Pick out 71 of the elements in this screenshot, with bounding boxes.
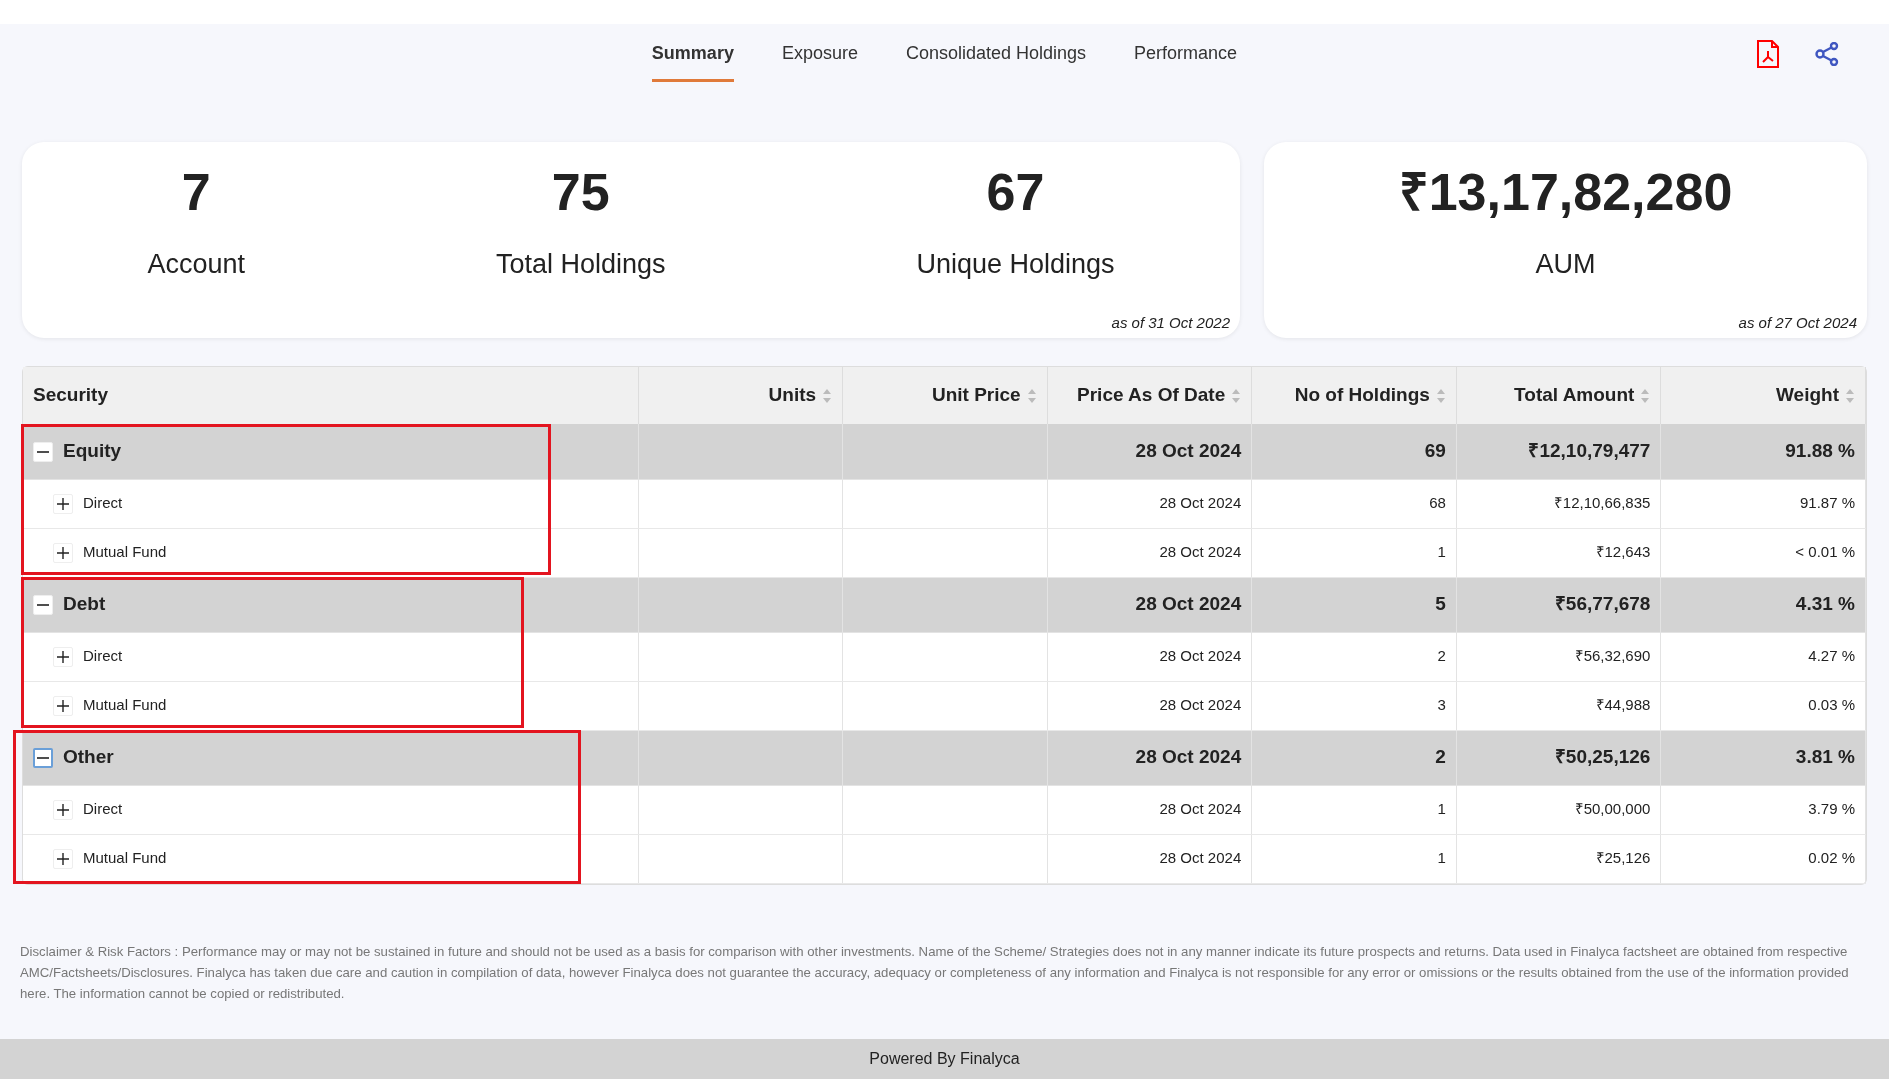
date-cell: 28 Oct 2024 (1135, 440, 1242, 461)
date-cell: 28 Oct 2024 (1159, 494, 1242, 512)
amount-cell: ₹12,643 (1595, 543, 1651, 561)
security-name: Mutual Fund (83, 849, 167, 867)
holdings-cell: 68 (1429, 494, 1446, 512)
security-name: Direct (83, 494, 123, 512)
column-header[interactable]: Security (23, 367, 638, 424)
weight-cell: < 0.01 % (1795, 543, 1855, 561)
toggle-icon[interactable] (33, 748, 53, 769)
security-name: Direct (83, 647, 123, 665)
column-header[interactable]: Units (638, 367, 843, 424)
stat-value: 75 (550, 166, 611, 218)
amount-cell: ₹44,988 (1595, 696, 1651, 714)
date-cell: 28 Oct 2024 (1159, 800, 1242, 818)
aum-label: AUM (1534, 248, 1597, 281)
amount-cell: ₹56,32,690 (1574, 647, 1651, 665)
date-cell: 28 Oct 2024 (1159, 647, 1242, 665)
holdings-cell: 2 (1435, 746, 1446, 768)
security-name: Mutual Fund (83, 543, 167, 561)
as-of-date: as of 27 Oct 2024 (1738, 312, 1857, 333)
date-cell: 28 Oct 2024 (1159, 543, 1242, 561)
amount-cell: ₹12,10,66,835 (1553, 494, 1651, 512)
date-cell: 28 Oct 2024 (1159, 849, 1242, 867)
weight-cell: 0.02 % (1808, 849, 1855, 867)
stat-value: 67 (985, 166, 1046, 218)
column-header[interactable]: Weight (1660, 367, 1866, 424)
holdings-cell: 69 (1424, 440, 1446, 461)
security-name: Direct (83, 800, 123, 818)
security-name: Debt (63, 593, 106, 615)
amount-cell: ₹12,10,79,477 (1528, 440, 1651, 461)
stat-label: Total Holdings (494, 248, 667, 281)
amount-cell: ₹50,00,000 (1574, 800, 1651, 818)
amount-cell: ₹56,77,678 (1554, 593, 1651, 615)
amount-cell: ₹25,126 (1595, 849, 1651, 867)
security-name: Equity (63, 440, 122, 461)
date-cell: 28 Oct 2024 (1135, 746, 1242, 768)
tab[interactable]: Performance (1134, 32, 1238, 82)
weight-cell: 91.88 % (1785, 440, 1855, 461)
weight-cell: 0.03 % (1808, 696, 1855, 714)
pdf-icon[interactable] (1757, 40, 1779, 68)
as-of-date: as of 31 Oct 2022 (1111, 312, 1230, 333)
holdings-cell: 5 (1435, 593, 1446, 615)
footer-text: Powered By Finalyca (869, 1050, 1020, 1067)
disclaimer-text: Disclaimer & Risk Factors : Performance may or may not be sustained in future and should not be used as a basis for comparison with other investments. Name of the Scheme/ Strategies does not in any manner indicate its future prospects and returns. Data used in Finalyca factsheet are obtained from respective AMC/Factsheets/Disclosures. Finalyca has taken due care and caution in compilation of data, however Finalyca does not guarantee the accuracy, adequacy or completeness of any information and Finalyca is not responsible for any error or omissions or the results obtained from the use of the information provided here. The information cannot be copied or redistributed. (19, 942, 1850, 1003)
holdings-cell: 3 (1437, 696, 1446, 714)
weight-cell: 3.79 % (1808, 800, 1855, 818)
column-header[interactable]: Price As Of Date (1047, 367, 1252, 424)
weight-cell: 91.87 % (1799, 494, 1855, 512)
column-header[interactable]: No of Holdings (1251, 367, 1457, 424)
stat-label: Account (146, 248, 246, 281)
weight-cell: 4.27 % (1808, 647, 1855, 665)
tab[interactable]: Summary (651, 32, 734, 82)
security-name: Other (63, 746, 114, 768)
tab[interactable]: Exposure (781, 32, 858, 82)
holdings-cell: 1 (1437, 800, 1446, 818)
date-cell: 28 Oct 2024 (1135, 593, 1242, 615)
weight-cell: 3.81 % (1795, 746, 1855, 768)
aum-value: ₹13,17,82,280 (1397, 166, 1734, 218)
holdings-cell: 1 (1437, 543, 1446, 561)
column-header[interactable]: Total Amount (1456, 367, 1661, 424)
holdings-cell: 1 (1437, 849, 1446, 867)
column-header[interactable]: Unit Price (842, 367, 1048, 424)
amount-cell: ₹50,25,126 (1554, 746, 1651, 768)
weight-cell: 4.31 % (1795, 593, 1855, 615)
stat-label: Unique Holdings (915, 248, 1116, 281)
holdings-cell: 2 (1437, 647, 1446, 665)
security-name: Mutual Fund (83, 696, 167, 714)
tab[interactable]: Consolidated Holdings (905, 32, 1087, 82)
share-icon[interactable] (1815, 40, 1839, 68)
stat-value: 7 (180, 166, 212, 218)
date-cell: 28 Oct 2024 (1159, 696, 1242, 714)
